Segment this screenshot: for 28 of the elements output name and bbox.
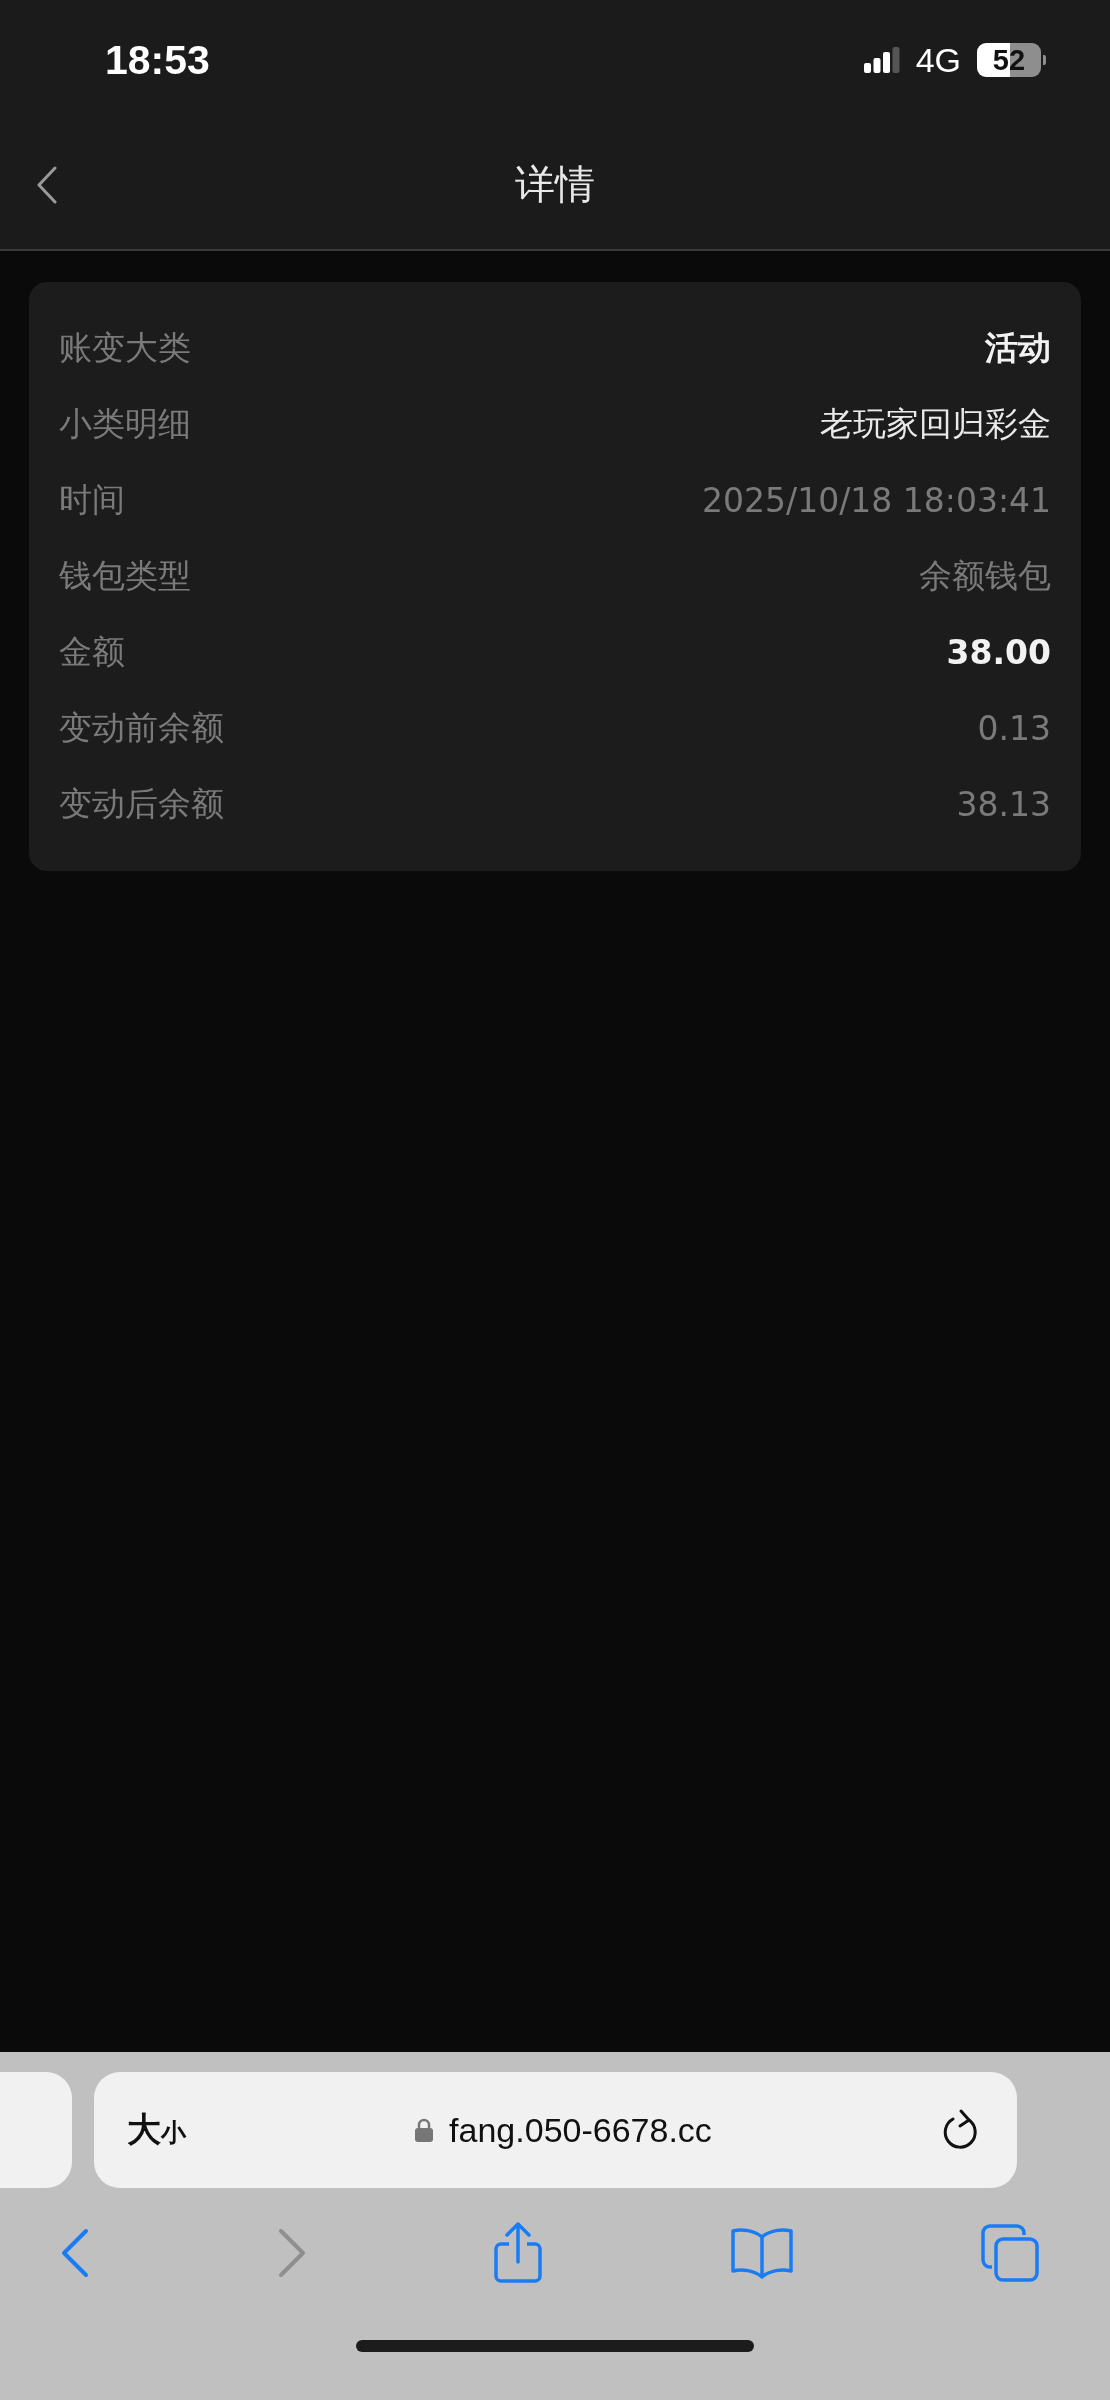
detail-label: 变动前余额	[59, 706, 224, 749]
detail-value: 活动	[985, 326, 1051, 369]
signal-icon	[863, 47, 900, 73]
detail-label: 小类明细	[59, 402, 191, 445]
detail-label: 钱包类型	[59, 554, 191, 597]
detail-label: 变动后余额	[59, 782, 224, 825]
text-size-button[interactable]: 大小	[127, 2107, 186, 2153]
detail-label: 金额	[59, 630, 125, 673]
detail-value: 老玩家回归彩金	[820, 402, 1051, 445]
detail-value: 余额钱包	[919, 554, 1051, 597]
book-icon[interactable]	[729, 2227, 794, 2279]
url-text: fang.050-6678.cc	[449, 2110, 712, 2150]
share-icon[interactable]	[493, 2222, 543, 2284]
previous-tab-pill[interactable]	[0, 2072, 72, 2188]
address-bar[interactable]: 大小 fang.050-6678.cc	[94, 2072, 1017, 2188]
detail-label: 账变大类	[59, 326, 191, 369]
detail-value: 38.13	[956, 784, 1051, 824]
network-label: 4G	[915, 40, 961, 80]
page-title: 详情	[515, 160, 595, 209]
detail-label: 时间	[59, 478, 125, 521]
status-time: 18:53	[105, 36, 210, 84]
detail-value: 2025/10/18 18:03:41	[702, 480, 1051, 520]
detail-value: 0.13	[977, 708, 1051, 748]
detail-value: 38.00	[946, 632, 1051, 672]
back-icon[interactable]	[36, 166, 58, 204]
battery-indicator: 52	[977, 43, 1041, 77]
lock-icon	[415, 2118, 434, 2142]
tabs-icon[interactable]	[980, 2223, 1040, 2283]
